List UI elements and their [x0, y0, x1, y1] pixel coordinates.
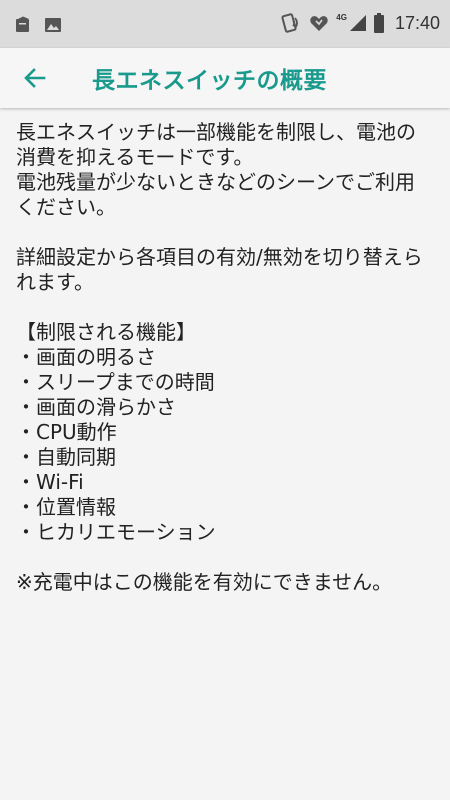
- list-heading: 【制限される機能】: [16, 320, 196, 344]
- charging-note: ※充電中はこの機能を有効にできません。: [16, 570, 393, 594]
- list-item: ・自動同期: [16, 445, 116, 469]
- settings-paragraph: 詳細設定から各項目の有効/無効を切り替えられます。: [16, 245, 423, 294]
- status-bar: 4G 17:40: [0, 0, 450, 48]
- signal-icon: [349, 15, 366, 31]
- app-bar: 長エネスイッチの概要: [0, 48, 450, 108]
- status-right: 4G 17:40: [280, 12, 440, 34]
- list-item: ・Wi-Fi: [16, 470, 84, 494]
- list-item: ・スリープまでの時間: [16, 370, 215, 394]
- network-type-label: 4G: [336, 12, 347, 22]
- notification-icon: [16, 16, 29, 32]
- status-time: 17:40: [394, 12, 440, 33]
- image-icon: [45, 18, 61, 32]
- page-title: 長エネスイッチの概要: [92, 68, 327, 94]
- list-item: ・位置情報: [16, 495, 116, 519]
- description-paragraph: 長エネスイッチは一部機能を制限し、電池の消費を抑えるモードです。: [16, 120, 416, 169]
- status-left: [14, 16, 62, 34]
- content: 長エネスイッチは一部機能を制限し、電池の消費を抑えるモードです。 電池残量が少な…: [16, 120, 430, 595]
- list-item: ・CPU動作: [16, 420, 117, 444]
- list-item: ・ヒカリエモーション: [16, 520, 216, 544]
- heart-sync-icon: [310, 16, 329, 31]
- list-item: ・画面の明るさ: [16, 345, 156, 369]
- list-item: ・画面の滑らかさ: [16, 395, 176, 419]
- battery-icon: [373, 13, 384, 33]
- arrow-left-icon[interactable]: [22, 65, 48, 91]
- usage-paragraph: 電池残量が少ないときなどのシーンでご利用ください。: [16, 170, 415, 219]
- nfc-icon: [281, 13, 299, 33]
- feature-list: ・画面の明るさ ・スリープまでの時間 ・画面の滑らかさ ・CPU動作 ・自動同期…: [16, 345, 430, 545]
